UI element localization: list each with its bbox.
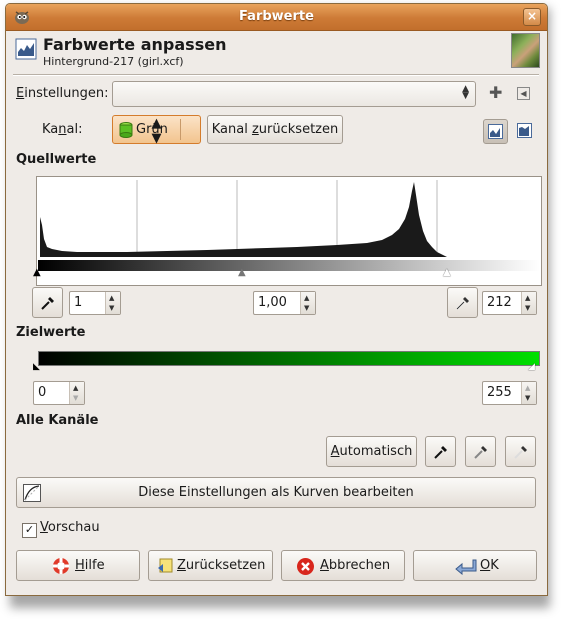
output-low-handle[interactable]: ◣ xyxy=(33,362,40,372)
log-histogram-button[interactable] xyxy=(513,119,538,144)
settings-label: Einstellungen: xyxy=(16,86,109,101)
ok-button[interactable]: OK xyxy=(413,550,537,581)
black-picker-button[interactable] xyxy=(32,287,63,318)
linear-histogram-button[interactable] xyxy=(483,119,508,144)
output-low-value: 0 xyxy=(38,385,47,400)
input-high-value: 212 xyxy=(487,295,512,310)
combo-divider xyxy=(180,119,181,140)
combo-arrows-icon: ▲ ▼ xyxy=(462,84,469,101)
cancel-button[interactable]: Abbrechen xyxy=(281,550,405,581)
curves-icon xyxy=(23,484,41,502)
reset-channel-button[interactable]: Kanal zurücksetzen xyxy=(207,115,343,144)
eyedropper-icon xyxy=(456,297,469,310)
edit-as-curves-button[interactable]: Diese Einstellungen als Kurven bearbeite… xyxy=(16,477,536,508)
help-button[interactable]: Hilfe xyxy=(16,550,140,581)
spinner-arrows-icon[interactable]: ▲ ▼ xyxy=(69,382,84,404)
image-thumbnail xyxy=(511,33,540,68)
preview-checkbox[interactable]: ✓ xyxy=(22,523,37,538)
dialog-heading: Farbwerte anpassen xyxy=(43,35,227,54)
channel-value: Grün xyxy=(136,122,168,137)
black-point-picker-button[interactable] xyxy=(425,436,456,467)
linear-histogram-icon xyxy=(488,124,503,139)
gray-point-picker-button[interactable] xyxy=(465,436,496,467)
eyedropper-icon xyxy=(41,297,54,310)
histogram-area xyxy=(40,182,447,257)
preview-label[interactable]: Vorschau xyxy=(40,520,100,535)
levels-dialog: Farbwerte × Farbwerte anpassen Hintergru… xyxy=(5,3,548,596)
edit-as-curves-label: Diese Einstellungen als Kurven bearbeite… xyxy=(138,485,414,500)
input-low-value: 1 xyxy=(74,295,83,310)
output-high-value: 255 xyxy=(487,385,512,400)
log-histogram-icon xyxy=(517,123,532,138)
output-gradient xyxy=(38,351,540,366)
all-channels-title: Alle Kanäle xyxy=(16,413,99,428)
white-point-picker-button[interactable] xyxy=(505,436,536,467)
levels-icon xyxy=(15,38,37,60)
spinner-arrows-icon[interactable]: ▲ ▼ xyxy=(521,292,536,314)
spinner-arrows-icon[interactable]: ▲ ▼ xyxy=(105,292,120,314)
add-preset-icon[interactable]: ✚ xyxy=(489,83,502,102)
output-high-handle[interactable]: ◢ xyxy=(528,362,535,372)
input-high-spinner[interactable]: 212 ▲ ▼ xyxy=(482,291,537,315)
eyedropper-icon xyxy=(474,446,487,459)
gamma-handle[interactable]: ▲ xyxy=(238,267,246,278)
gamma-value: 1,00 xyxy=(258,295,287,310)
reset-icon xyxy=(158,558,173,573)
spinner-arrows-icon[interactable]: ▲ ▼ xyxy=(300,292,315,314)
input-low-spinner[interactable]: 1 ▲ ▼ xyxy=(69,291,121,315)
spinner-arrows-icon[interactable]: ▲ ▼ xyxy=(521,382,536,404)
settings-combo[interactable]: ▲ ▼ xyxy=(112,81,476,107)
lifebuoy-icon xyxy=(53,558,69,574)
window-title: Farbwerte xyxy=(239,9,314,24)
eyedropper-icon xyxy=(514,446,527,459)
output-low-spinner[interactable]: 0 ▲ ▼ xyxy=(33,381,85,405)
source-section-title: Quellwerte xyxy=(16,152,97,167)
header-separator xyxy=(13,74,539,76)
reset-button[interactable]: Zurücksetzen xyxy=(148,550,273,581)
channel-combo[interactable]: Grün ▲ ▼ xyxy=(112,115,201,146)
cancel-icon xyxy=(297,558,314,575)
green-channel-icon xyxy=(119,122,133,138)
white-picker-button[interactable] xyxy=(447,287,478,318)
target-section-title: Zielwerte xyxy=(16,325,86,340)
auto-button[interactable]: Automatisch xyxy=(326,436,417,467)
titlebar[interactable]: Farbwerte × xyxy=(6,4,547,31)
eyedropper-icon xyxy=(434,446,447,459)
image-name: Hintergrund-217 (girl.xcf) xyxy=(43,55,184,68)
gamma-spinner[interactable]: 1,00 ▲ ▼ xyxy=(253,291,316,315)
channel-label: Kanal: xyxy=(42,122,83,137)
preset-menu-icon[interactable]: ◀ xyxy=(517,87,530,100)
white-point-handle[interactable]: ▲ xyxy=(443,267,451,278)
input-gradient xyxy=(38,260,540,271)
close-icon[interactable]: × xyxy=(523,8,541,26)
output-high-spinner[interactable]: 255 ▲ ▼ xyxy=(482,381,537,405)
black-point-handle[interactable]: ▲ xyxy=(33,267,41,278)
enter-arrow-icon xyxy=(455,559,477,575)
